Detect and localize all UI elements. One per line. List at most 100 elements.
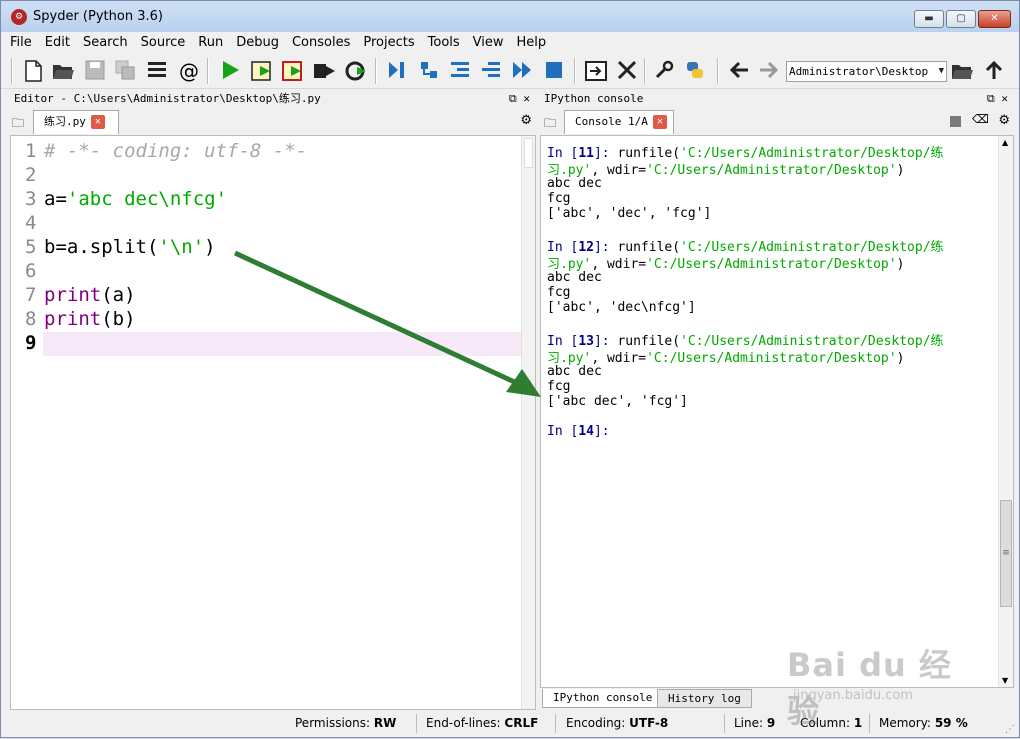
pane-undock-close-icons[interactable]: ⧉ ✕ [509,90,530,108]
rerun-icon[interactable] [344,59,368,83]
close-tab-icon[interactable]: ✕ [652,115,667,129]
new-file-icon[interactable] [21,59,45,83]
stop-kernel-icon[interactable] [950,116,961,127]
browse-tabs-icon[interactable]: 🗀 [544,114,556,135]
menu-debug[interactable]: Debug [236,35,279,50]
outline-icon[interactable] [145,59,169,83]
ipython-console[interactable]: In [11]: runfile('C:/Users/Administrator… [540,135,1014,688]
step-return-icon[interactable] [479,59,503,83]
working-directory-combo[interactable]: Administrator\Desktop ▼ [786,61,947,82]
scroll-down-icon[interactable]: ▼ [1002,676,1008,685]
editor-pane-header: Editor - C:\Users\Administrator\Desktop\… [10,90,536,108]
browse-folder-icon[interactable] [950,59,974,83]
toolbar-separator [574,58,576,84]
resize-grip-icon[interactable]: ⋰ [1005,724,1015,735]
console-output-line: fcg [547,191,571,206]
console-scrollbar[interactable]: ▲ ≡ ▼ [998,136,1013,687]
close-tab-icon[interactable]: ✕ [90,115,105,129]
status-label: End-of-lines: [426,716,501,730]
tab-ipython-console[interactable]: IPython console [542,689,664,708]
editor-scrollbar[interactable] [521,136,535,709]
editor-scroll-thumb[interactable] [524,138,533,168]
step-into-icon[interactable] [448,59,472,83]
current-line-highlight [43,332,521,356]
tab-history-log[interactable]: History log [657,689,752,708]
editor-tab-label: 练习.py [44,115,86,128]
menu-help[interactable]: Help [517,35,547,50]
code-token: a= [44,188,67,210]
chevron-down-icon[interactable]: ▼ [939,62,944,81]
menu-edit[interactable]: Edit [45,35,70,50]
python-path-icon[interactable] [683,59,707,83]
menu-search[interactable]: Search [83,35,128,50]
menu-bar: File Edit Search Source Run Debug Consol… [1,32,1019,53]
at-icon[interactable]: @ [177,59,201,83]
run-selection-icon[interactable] [312,59,336,83]
step-icon[interactable] [417,59,441,83]
run-icon[interactable] [218,59,242,83]
main-toolbar: @ Administrator\Desktop ▼ [1,53,1019,89]
debug-icon[interactable] [385,59,409,83]
editor-tab-row: 🗀 练习.py ✕ ⚙ [10,108,536,134]
maximize-button[interactable]: ▢ [946,10,976,28]
eraser-icon[interactable]: ⌫ [972,112,989,126]
console-output-line: fcg [547,379,571,394]
editor-pane-title: Editor - C:\Users\Administrator\Desktop\… [14,92,321,105]
code-string: 'abc dec\nfcg' [66,188,228,210]
toolbar-separator [11,58,13,84]
console-tab[interactable]: Console 1/A ✕ [564,110,674,134]
toolbar-separator [375,58,377,84]
save-all-icon[interactable] [113,59,137,83]
console-string: 'C:/Users/Administrator/Desktop' [646,163,897,178]
pane-undock-close-icons[interactable]: ⧉ ✕ [987,90,1008,108]
continue-icon[interactable] [510,59,534,83]
line-number: 3 [25,188,37,210]
line-number: 5 [25,236,37,258]
preferences-icon[interactable] [652,59,676,83]
console-call: ) [896,163,905,178]
watermark-url: jingyan.baidu.com [793,688,913,703]
status-value: UTF-8 [629,716,669,730]
menu-file[interactable]: File [10,35,32,50]
status-separator [724,714,725,733]
run-cell-advance-icon[interactable] [281,59,305,83]
status-encoding: Encoding: UTF-8 [566,714,668,733]
menu-projects[interactable]: Projects [363,35,414,50]
console-scroll-thumb[interactable]: ≡ [1000,500,1012,607]
options-gear-icon[interactable]: ⚙ [998,113,1010,128]
scroll-up-icon[interactable]: ▲ [1002,138,1008,147]
status-value: 9 [766,716,776,730]
browse-tabs-icon[interactable]: 🗀 [12,114,24,135]
console-output-line: ['abc', 'dec', 'fcg'] [547,206,712,221]
back-icon[interactable] [727,59,751,83]
menu-source[interactable]: Source [141,35,186,50]
status-label: Permissions: [295,716,371,730]
editor-tab[interactable]: 练习.py ✕ [33,110,119,134]
prompt-in: ]: [593,424,610,439]
maximize-pane-icon[interactable] [584,59,608,83]
open-folder-icon[interactable] [51,59,75,83]
line-number: 8 [25,308,37,330]
console-prompt-line[interactable]: In [14]: [547,424,610,439]
status-separator [555,714,556,733]
run-cell-icon[interactable] [250,59,274,83]
minimize-button[interactable]: ▬ [914,10,944,28]
stop-debug-icon[interactable] [542,59,566,83]
fullscreen-icon[interactable] [615,59,639,83]
code-keyword: print [44,308,102,330]
menu-consoles[interactable]: Consoles [292,35,350,50]
menu-tools[interactable]: Tools [428,35,460,50]
spyder-window: ⚙ Spyder (Python 3.6) ▬ ▢ ✕ File Edit Se… [0,0,1020,738]
console-string: 'C:/Users/Administrator/Desktop' [646,257,897,272]
save-icon[interactable] [83,59,107,83]
parent-dir-icon[interactable] [982,59,1006,83]
options-gear-icon[interactable]: ⚙ [520,113,532,128]
status-eol: End-of-lines: CRLF [426,714,538,733]
spyder-logo-icon: ⚙ [11,8,27,25]
code-editor[interactable]: 1 2 3 4 5 6 7 8 9 # -*- coding: utf-8 -*… [10,135,536,710]
menu-run[interactable]: Run [198,35,223,50]
close-button[interactable]: ✕ [978,10,1011,28]
toolbar-separator [207,58,209,84]
forward-icon[interactable] [757,59,781,83]
menu-view[interactable]: View [473,35,504,50]
